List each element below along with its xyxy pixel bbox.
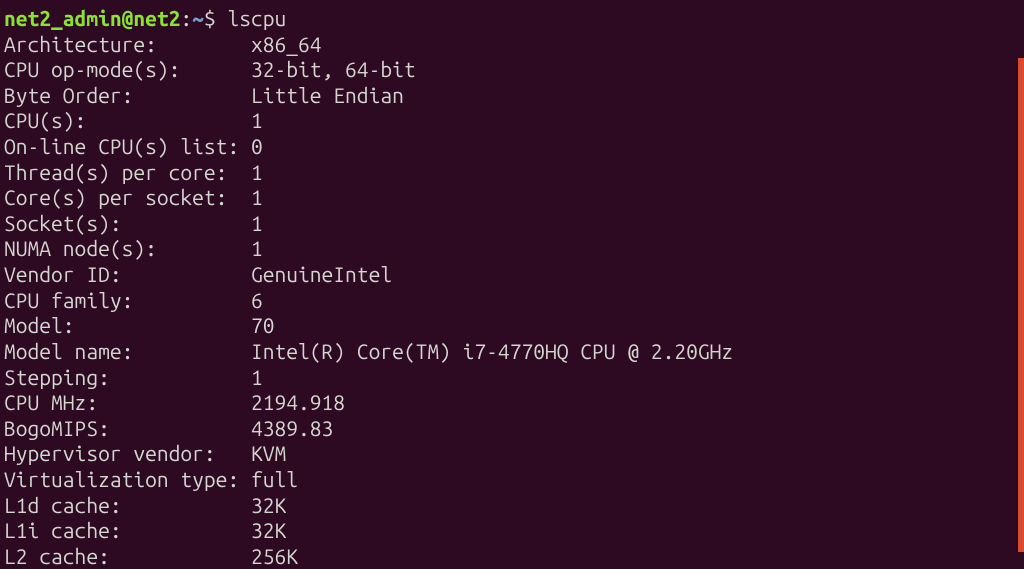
output-line: BogoMIPS: 4389.83 — [4, 416, 1024, 442]
prompt-user-host: net2_admin@net2 — [4, 6, 180, 30]
output-line: Thread(s) per core: 1 — [4, 160, 1024, 186]
output-label: CPU MHz: — [4, 390, 251, 414]
output-value: 1 — [251, 211, 263, 235]
output-label: L1i cache: — [4, 518, 251, 542]
output-line: Architecture: x86_64 — [4, 32, 1024, 58]
output-line: NUMA node(s): 1 — [4, 236, 1024, 262]
output-line: Virtualization type: full — [4, 467, 1024, 493]
output-value: 70 — [251, 313, 275, 337]
output-line: Vendor ID: GenuineIntel — [4, 262, 1024, 288]
right-edge-bar — [1018, 58, 1024, 552]
output-label: CPU(s): — [4, 108, 251, 132]
output-value: 1 — [251, 236, 263, 260]
output-value: GenuineIntel — [251, 262, 392, 286]
output-label: Architecture: — [4, 32, 251, 56]
output-value: 32-bit, 64-bit — [251, 57, 416, 81]
output-line: Byte Order: Little Endian — [4, 83, 1024, 109]
output-container: Architecture: x86_64CPU op-mode(s): 32-b… — [4, 32, 1024, 569]
output-line: Hypervisor vendor: KVM — [4, 441, 1024, 467]
output-label: Virtualization type: — [4, 467, 251, 491]
output-value: 1 — [251, 160, 263, 184]
output-value: 6 — [251, 288, 263, 312]
output-value: 1 — [251, 185, 263, 209]
output-value: 4389.83 — [251, 416, 333, 440]
prompt-line: net2_admin@net2:~$ lscpu — [4, 6, 1024, 32]
output-value: KVM — [251, 441, 286, 465]
output-line: Model: 70 — [4, 313, 1024, 339]
output-value: 1 — [251, 365, 263, 389]
output-label: Vendor ID: — [4, 262, 251, 286]
output-value: 256K — [251, 544, 298, 568]
output-label: BogoMIPS: — [4, 416, 251, 440]
output-value: 32K — [251, 493, 286, 517]
output-value: x86_64 — [251, 32, 322, 56]
output-line: Stepping: 1 — [4, 365, 1024, 391]
output-line: On-line CPU(s) list: 0 — [4, 134, 1024, 160]
prompt-path: ~ — [192, 6, 204, 30]
output-line: CPU MHz: 2194.918 — [4, 390, 1024, 416]
output-line: Model name: Intel(R) Core(TM) i7-4770HQ … — [4, 339, 1024, 365]
output-label: Thread(s) per core: — [4, 160, 251, 184]
output-label: CPU family: — [4, 288, 251, 312]
terminal[interactable]: net2_admin@net2:~$ lscpu Architecture: x… — [4, 6, 1024, 569]
prompt-dollar: $ — [204, 6, 228, 30]
output-line: L2 cache: 256K — [4, 544, 1024, 569]
output-label: Core(s) per socket: — [4, 185, 251, 209]
output-line: Core(s) per socket: 1 — [4, 185, 1024, 211]
output-label: NUMA node(s): — [4, 236, 251, 260]
output-label: Socket(s): — [4, 211, 251, 235]
output-value: 32K — [251, 518, 286, 542]
output-value: full — [251, 467, 298, 491]
output-line: CPU(s): 1 — [4, 108, 1024, 134]
output-label: Model: — [4, 313, 251, 337]
output-line: CPU family: 6 — [4, 288, 1024, 314]
output-label: L1d cache: — [4, 493, 251, 517]
output-label: Model name: — [4, 339, 251, 363]
command-text: lscpu — [227, 6, 286, 30]
output-label: On-line CPU(s) list: — [4, 134, 251, 158]
output-label: CPU op-mode(s): — [4, 57, 251, 81]
output-line: Socket(s): 1 — [4, 211, 1024, 237]
output-line: L1d cache: 32K — [4, 493, 1024, 519]
output-value: 1 — [251, 108, 263, 132]
prompt-colon: : — [180, 6, 192, 30]
output-value: Little Endian — [251, 83, 404, 107]
output-label: L2 cache: — [4, 544, 251, 568]
output-value: Intel(R) Core(TM) i7-4770HQ CPU @ 2.20GH… — [251, 339, 733, 363]
output-line: L1i cache: 32K — [4, 518, 1024, 544]
output-label: Stepping: — [4, 365, 251, 389]
output-value: 0 — [251, 134, 263, 158]
output-value: 2194.918 — [251, 390, 345, 414]
output-line: CPU op-mode(s): 32-bit, 64-bit — [4, 57, 1024, 83]
output-label: Hypervisor vendor: — [4, 441, 251, 465]
output-label: Byte Order: — [4, 83, 251, 107]
